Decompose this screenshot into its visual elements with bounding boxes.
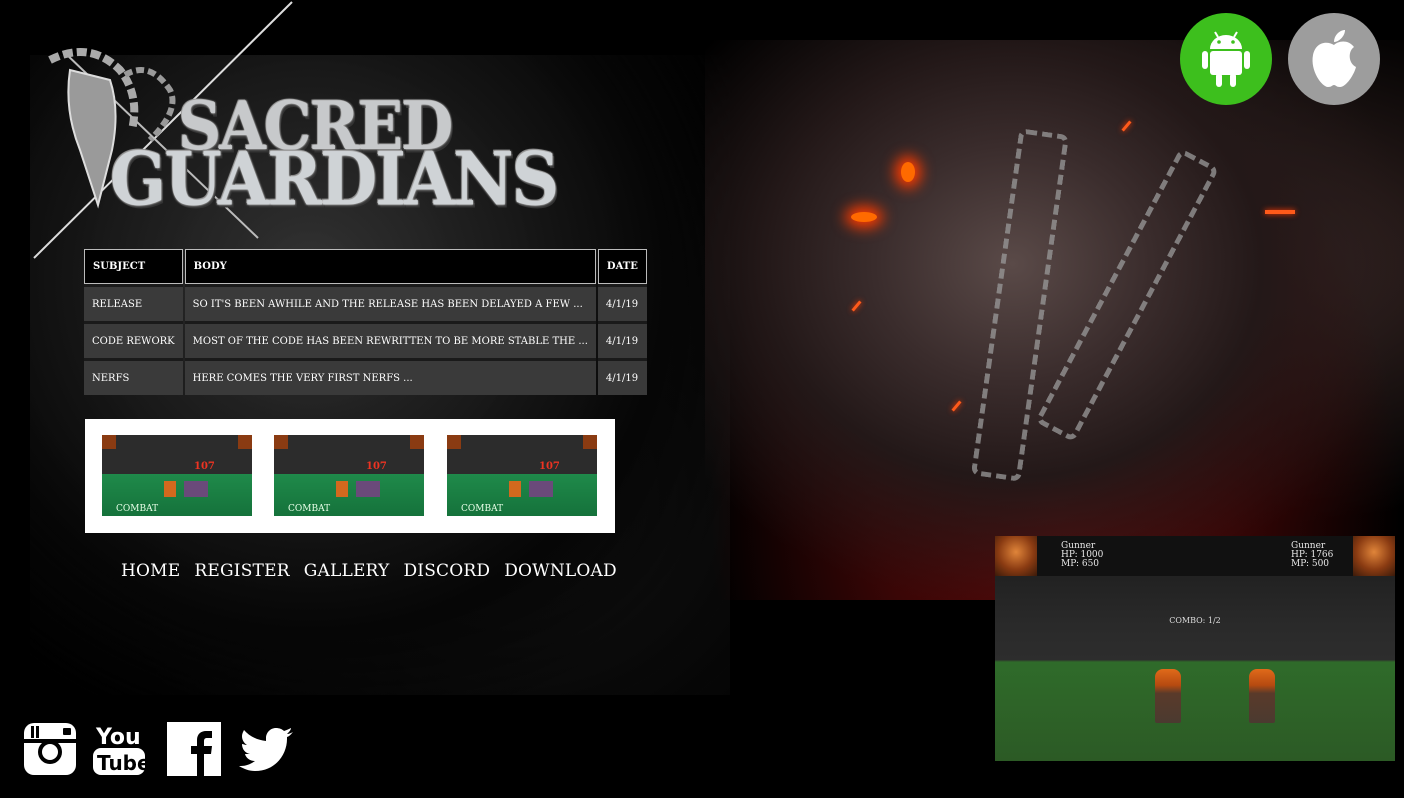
twitter-link[interactable]	[239, 722, 293, 776]
fighter	[164, 481, 176, 497]
game-hud-bar	[995, 536, 1395, 576]
chain	[1034, 147, 1220, 443]
column-header-date: DATE	[597, 249, 647, 284]
apple-download-button[interactable]	[1288, 13, 1380, 105]
nav-home[interactable]: HOME	[121, 561, 180, 581]
nav-download[interactable]: DOWNLOAD	[504, 561, 617, 581]
monster	[184, 481, 208, 497]
news-header-row: SUBJECT BODY DATE	[84, 249, 647, 284]
nav-discord[interactable]: DISCORD	[403, 561, 490, 581]
news-body: SO IT'S BEEN AWHILE AND THE RELEASE HAS …	[184, 284, 596, 321]
facebook-link[interactable]	[167, 722, 221, 776]
monster-artwork	[705, 40, 1404, 600]
damage-number: 107	[366, 461, 387, 472]
damage-number: 107	[194, 461, 215, 472]
ember	[1121, 120, 1132, 132]
thumbnail-hud	[102, 435, 252, 449]
monster-eye	[851, 212, 877, 222]
news-row[interactable]: CODE REWORK MOST OF THE CODE HAS BEEN RE…	[84, 321, 647, 358]
opponent-stats: Gunner HP: 1766 MP: 500	[1291, 542, 1333, 569]
column-header-subject: SUBJECT	[84, 249, 183, 284]
nav-register[interactable]: REGISTER	[194, 561, 289, 581]
main-nav: HOME REGISTER GALLERY DISCORD DOWNLOAD	[121, 561, 631, 581]
gameplay-preview[interactable]: Gunner HP: 1000 MP: 650 Gunner HP: 1766 …	[995, 536, 1395, 761]
ember	[951, 400, 962, 412]
instagram-link[interactable]	[23, 722, 77, 776]
apple-icon	[1312, 30, 1356, 87]
news-body: MOST OF THE CODE HAS BEEN REWRITTEN TO B…	[184, 321, 596, 358]
thumbnail-label: COMBAT	[461, 504, 504, 514]
news-date: 4/1/19	[597, 358, 647, 395]
news-row[interactable]: NERFS HERE COMES THE VERY FIRST NERFS ..…	[84, 358, 647, 395]
opponent-portrait	[1353, 536, 1395, 576]
opponent-character	[1249, 669, 1275, 723]
news-subject: NERFS	[84, 358, 183, 395]
logo-title-line2: GUARDIANS	[110, 136, 559, 222]
svg-text:You: You	[95, 725, 141, 750]
thumbnail-hud	[274, 435, 424, 449]
ember	[851, 300, 862, 312]
news-date: 4/1/19	[597, 284, 647, 321]
news-subject: RELEASE	[84, 284, 183, 321]
gallery-thumbnail[interactable]: 107 COMBAT	[102, 435, 252, 516]
player-portrait	[995, 536, 1037, 576]
gallery-thumbnail[interactable]: 107 COMBAT	[447, 435, 597, 516]
damage-number: 107	[539, 461, 560, 472]
gallery-strip: 107 COMBAT 107 COMBAT 107 COMBAT	[85, 419, 615, 533]
android-download-button[interactable]	[1180, 13, 1272, 105]
player-stats: Gunner HP: 1000 MP: 650	[1061, 542, 1103, 569]
ember	[1265, 210, 1295, 214]
news-body: HERE COMES THE VERY FIRST NERFS ...	[184, 358, 596, 395]
portrait	[238, 435, 252, 449]
portrait	[410, 435, 424, 449]
youtube-link[interactable]: You Tube	[92, 722, 151, 776]
android-icon	[1202, 31, 1250, 87]
twitter-icon	[239, 728, 293, 771]
monster-eye	[901, 162, 915, 182]
gallery-thumbnail[interactable]: 107 COMBAT	[274, 435, 424, 516]
combo-counter: COMBO: 1/2	[1169, 616, 1221, 625]
facebook-icon	[167, 722, 221, 776]
portrait	[274, 435, 288, 449]
thumbnail-label: COMBAT	[116, 504, 159, 514]
news-date: 4/1/19	[597, 321, 647, 358]
player-mp: MP: 650	[1061, 559, 1100, 569]
thumbnail-label: COMBAT	[288, 504, 331, 514]
monster	[356, 481, 380, 497]
fighter	[509, 481, 521, 497]
logo: SACRED GUARDIANS	[30, 0, 590, 265]
monster	[529, 481, 553, 497]
news-table: SUBJECT BODY DATE RELEASE SO IT'S BEEN A…	[82, 249, 649, 395]
opponent-mp: MP: 500	[1291, 559, 1330, 569]
portrait	[102, 435, 116, 449]
fighter	[336, 481, 348, 497]
portrait	[583, 435, 597, 449]
thumbnail-hud	[447, 435, 597, 449]
svg-text:Tube: Tube	[97, 751, 146, 775]
player-character	[1155, 669, 1181, 723]
column-header-body: BODY	[184, 249, 596, 284]
youtube-icon: You Tube	[93, 725, 151, 775]
nav-gallery[interactable]: GALLERY	[304, 561, 390, 581]
news-subject: CODE REWORK	[84, 321, 183, 358]
news-row[interactable]: RELEASE SO IT'S BEEN AWHILE AND THE RELE…	[84, 284, 647, 321]
instagram-icon	[24, 723, 76, 775]
portrait	[447, 435, 461, 449]
